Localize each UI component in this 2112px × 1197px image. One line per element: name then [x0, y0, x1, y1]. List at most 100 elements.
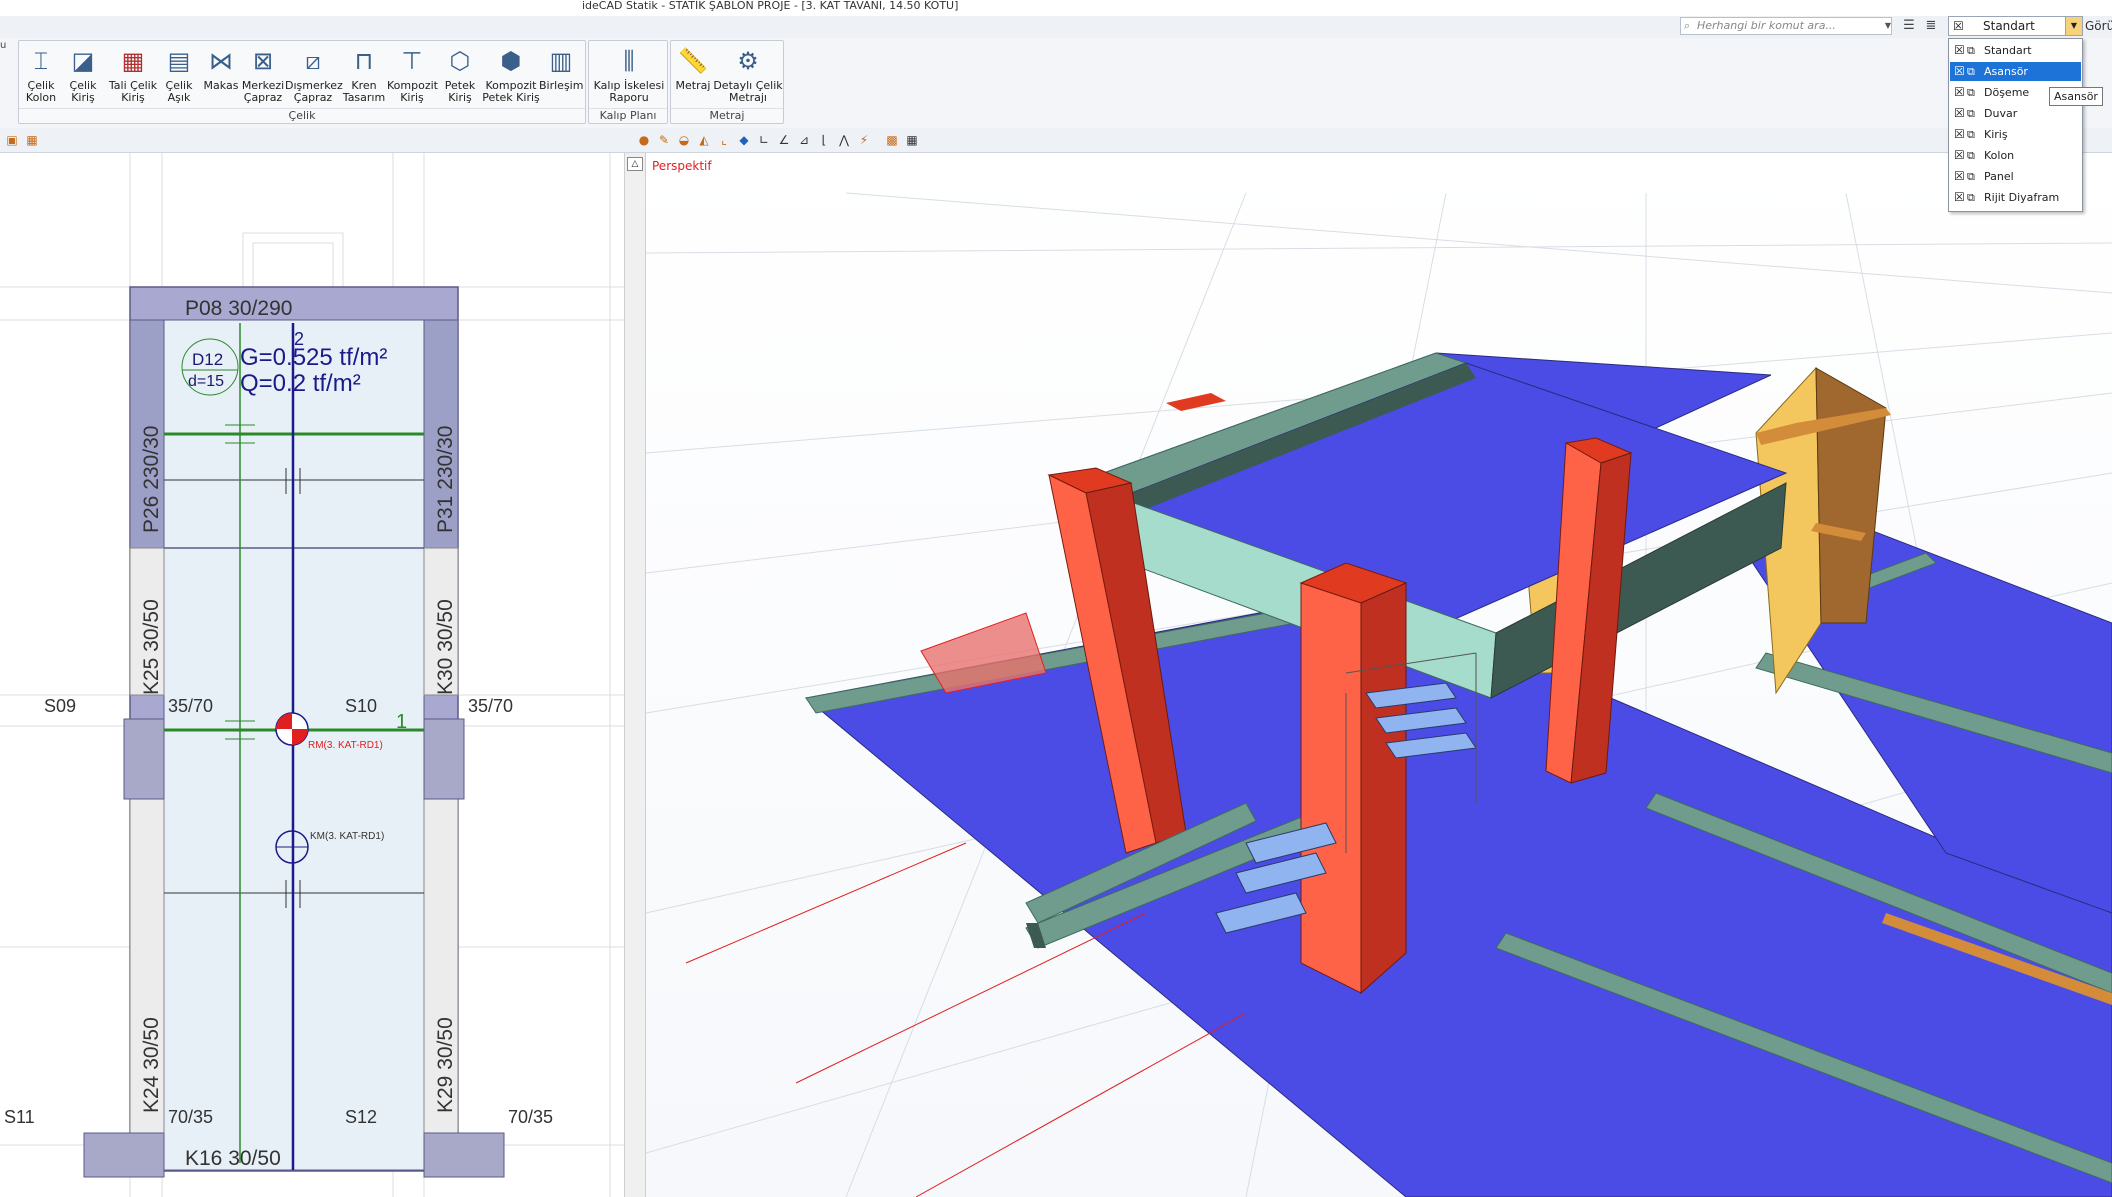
- plan-tool-icon-1[interactable]: ▣: [4, 132, 20, 148]
- checkbox-icon: ☒: [1954, 85, 1965, 99]
- plan-drawing: P08 30/290 P26 230/30 P31 230/30 K25 30/…: [0, 153, 624, 1197]
- secondary-beam-icon: ▦: [121, 47, 145, 75]
- lock-icon: ⧉: [1967, 170, 1975, 183]
- lock-icon: ⧉: [1967, 149, 1975, 162]
- view-tool-icon-3[interactable]: ◒: [676, 132, 692, 148]
- label-s10: S10: [345, 696, 377, 716]
- label-k16: K16 30/50: [185, 1147, 281, 1170]
- checkbox-icon: ☒: [1954, 127, 1965, 141]
- dropdown-item-duvar[interactable]: ☒ ⧉ Duvar: [1950, 104, 2081, 123]
- checkbox-icon: ☒: [1954, 106, 1965, 120]
- lock-icon: ⧉: [1967, 128, 1975, 141]
- view-tool-icon-5[interactable]: ⌞: [716, 132, 732, 148]
- checkbox-icon: ☒: [1954, 148, 1965, 162]
- label-s11: S11: [4, 1107, 35, 1127]
- tooltip: Asansör: [2049, 87, 2103, 106]
- 3d-model-drawing: [646, 153, 2112, 1197]
- view-tool-icon-1[interactable]: ●: [636, 132, 652, 148]
- grid-icon[interactable]: ▦: [904, 132, 920, 148]
- view-tool-icon-13[interactable]: ▩: [884, 132, 900, 148]
- purlin-icon: ▤: [167, 47, 191, 75]
- connection-icon: ▥: [549, 47, 573, 75]
- dropdown-item-kolon[interactable]: ☒ ⧉ Kolon: [1950, 146, 2081, 165]
- composite-castellated-beam-button[interactable]: ⬢ Kompozit Petek Kiriş: [481, 44, 541, 104]
- view-tool-icon-2[interactable]: ✎: [656, 132, 672, 148]
- layer-manager-icon[interactable]: ≣: [1922, 17, 1940, 35]
- view-tool-icon-4[interactable]: ◭: [696, 132, 712, 148]
- steel-purlin-button[interactable]: ▤ Çelik Aşık: [161, 44, 197, 104]
- search-placeholder: Herhangi bir komut ara...: [1697, 19, 1836, 32]
- label-p26: P26 230/30: [140, 426, 163, 533]
- ribbon-group-metraj: 📏 Metraj ⚙ Detaylı Çelik Metrajı Metraj: [670, 40, 784, 124]
- detailed-steel-takeoff-button[interactable]: ⚙ Detaylı Çelik Metrajı: [713, 44, 783, 104]
- steel-column-button[interactable]: ⌶ Çelik Kolon: [23, 44, 59, 104]
- group-label-celik: Çelik: [19, 108, 585, 123]
- dropdown-item-kiris[interactable]: ☒ ⧉ Kiriş: [1950, 125, 2081, 144]
- formwork-scaffold-report-button[interactable]: ⫼ Kalıp İskelesi Raporu: [591, 44, 667, 104]
- axis-label-1: 1: [396, 711, 407, 733]
- checkbox-icon: ☒: [1953, 19, 1964, 33]
- steel-beam-icon: ◪: [71, 47, 95, 75]
- rigidity-center-label: RM(3. KAT-RD1): [308, 740, 383, 751]
- collapse-icon[interactable]: △: [627, 157, 643, 171]
- lock-icon: ⧉: [1967, 65, 1975, 78]
- eccentric-brace-button[interactable]: ⧄ Dışmerkez Çapraz: [285, 44, 343, 104]
- dropdown-item-panel[interactable]: ☒ ⧉ Panel: [1950, 167, 2081, 186]
- castellated-beam-icon: ⬡: [449, 47, 471, 75]
- dropdown-item-standart[interactable]: ☒ ⧉ Standart: [1950, 41, 2081, 60]
- crane-design-button[interactable]: ⊓ Kren Tasarım: [341, 44, 387, 104]
- scaffold-icon: ⫼: [623, 47, 635, 75]
- layer-set-value: Standart: [1983, 19, 2035, 33]
- steel-column-icon: ⌶: [33, 47, 49, 75]
- axis-label-2: 2: [294, 329, 304, 349]
- view-mode-label[interactable]: Perspektif: [652, 159, 712, 173]
- view-tool-icon-12[interactable]: ⚡: [856, 132, 872, 148]
- search-dropdown-arrow-icon[interactable]: ▼: [1882, 17, 1894, 35]
- checkbox-icon: ☒: [1954, 64, 1965, 78]
- dropdown-item-rijit-diyafram[interactable]: ☒ ⧉ Rijit Diyafram: [1950, 188, 2081, 207]
- lock-icon: ⧉: [1967, 86, 1975, 99]
- connection-button[interactable]: ▥ Birleşim: [539, 44, 583, 92]
- dropdown-item-asansor[interactable]: ☒ ⧉ Asansör: [1950, 62, 2081, 81]
- mass-center-label: KM(3. KAT-RD1): [310, 831, 384, 842]
- rebar-diameter: D12: [192, 350, 223, 369]
- plan-view[interactable]: P08 30/290 P26 230/30 P31 230/30 K25 30/…: [0, 153, 624, 1197]
- command-search-input[interactable]: ⌕ Herhangi bir komut ara...: [1680, 17, 1892, 35]
- pane-splitter[interactable]: △: [624, 153, 646, 1197]
- layer-set-combo[interactable]: ☒ Standart ▼: [1948, 16, 2083, 36]
- view-tool-icon-11[interactable]: ⋀: [836, 132, 852, 148]
- view-tool-icon-8[interactable]: ∠: [776, 132, 792, 148]
- view-tool-icon-9[interactable]: ⊿: [796, 132, 812, 148]
- view-tool-icon-7[interactable]: ∟: [756, 132, 772, 148]
- group-label-metraj: Metraj: [671, 108, 783, 123]
- secondary-steel-beam-button[interactable]: ▦ Tali Çelik Kiriş: [105, 44, 161, 104]
- crane-icon: ⊓: [354, 47, 374, 75]
- label-s09: S09: [44, 696, 76, 716]
- search-icon: ⌕: [1684, 19, 1691, 32]
- label-35-70-right: 35/70: [468, 696, 513, 716]
- label-35-70-left: 35/70: [168, 696, 213, 716]
- lock-icon: ⧉: [1967, 107, 1975, 120]
- composite-beam-icon: ⊤: [401, 47, 423, 75]
- checkbox-icon: ☒: [1954, 190, 1965, 204]
- concentric-brace-icon: ⊠: [252, 47, 274, 75]
- ribbon-left-handle[interactable]: u: [0, 40, 8, 124]
- label-k24: K24 30/50: [140, 1017, 163, 1113]
- label-70-35-left: 70/35: [168, 1107, 213, 1127]
- concentric-brace-button[interactable]: ⊠ Merkezi Çapraz: [241, 44, 285, 104]
- view-tab-label[interactable]: Görü: [2085, 17, 2112, 35]
- layers-icon[interactable]: ☰: [1900, 17, 1918, 35]
- quantity-takeoff-button[interactable]: 📏 Metraj: [673, 44, 713, 92]
- chevron-down-icon[interactable]: ▼: [2065, 17, 2082, 35]
- view-tool-icon-6[interactable]: ◆: [736, 132, 752, 148]
- castellated-beam-button[interactable]: ⬡ Petek Kiriş: [439, 44, 481, 104]
- truss-button[interactable]: ⋈ Makas: [201, 44, 241, 92]
- group-label-kalip-plani: Kalıp Planı: [589, 108, 667, 123]
- perspective-view[interactable]: [646, 153, 2112, 1197]
- live-load-label: Q=0.2 tf/m²: [240, 370, 361, 397]
- view-tool-icon-10[interactable]: ⌊: [816, 132, 832, 148]
- plan-tool-icon-2[interactable]: ▦: [24, 132, 40, 148]
- steel-beam-button[interactable]: ◪ Çelik Kiriş: [65, 44, 101, 104]
- composite-beam-button[interactable]: ⊤ Kompozit Kiriş: [387, 44, 438, 104]
- layer-set-dropdown: ☒ ⧉ Standart ☒ ⧉ Asansör ☒ ⧉ Döşeme ☒ ⧉ Duvar ☒ ⧉…: [1948, 38, 2083, 212]
